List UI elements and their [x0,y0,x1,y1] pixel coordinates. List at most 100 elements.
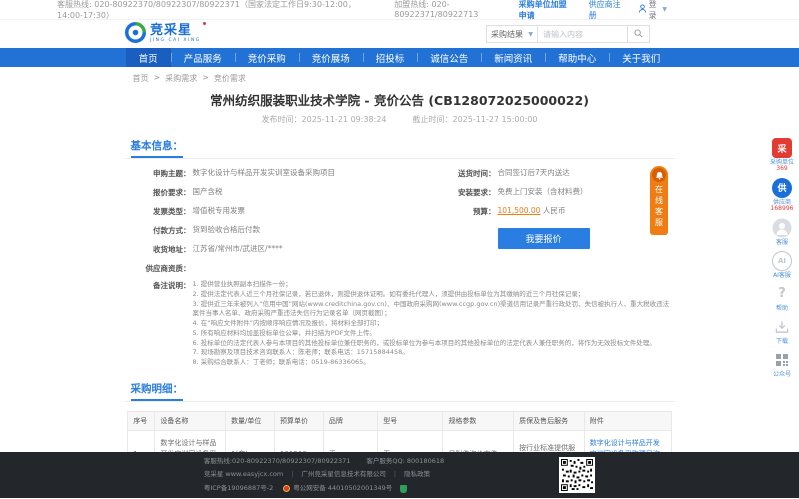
site-logo[interactable]: 竞采星 JING CAI XING [125,22,201,47]
sidebar-item-suppliers[interactable]: 供 供应商 168996 [766,178,798,213]
remark-item: 3. 提供近三年未被列入“信用中国”网站(www.creditchina.gov… [193,300,675,320]
question-mark-icon: ? [772,284,792,304]
sidebar-item-buyers[interactable]: 采 采购单位 369 [766,138,798,173]
sidebar-item-customer-service[interactable]: 客服 [766,218,798,246]
basic-info-right-column: 送货时间： 合同签订后7天内送达 安装要求： 免费上门安装（含材料费） 预算： … [436,168,661,263]
service-hotline: 客服热线: 020-80922370/80922307/80922371（国家法… [57,0,374,21]
col-quantity: 数量/单位 [226,411,275,431]
buyer-join-link[interactable]: 采购单位加盟申请 [519,0,575,21]
col-budget-unit-price: 预算单价 [274,411,323,431]
footer-site: 竞采星 www.easyjcx.com [204,468,283,482]
footer-beian-line: 粤ICP备19096887号-2 粤公网安备 44010502001349号 [204,482,444,496]
col-spec: 规格参数 [443,411,514,431]
police-badge-icon [283,485,290,492]
shield-badge-icon [400,485,407,493]
section-title: 采购明细： [131,381,184,401]
download-icon [772,317,792,337]
sidebar-item-download[interactable]: 下载 [766,317,798,345]
nav-item-about[interactable]: 关于我们 [609,48,673,67]
topbar: 客服热线: 020-80922370/80922307/80922371（国家法… [0,0,799,20]
breadcrumb: 首页 > 采购需求 > 竞价需求 [125,67,675,86]
footer-privacy-link[interactable]: 隐私政策 [404,468,430,482]
logo-title: 竞采星 [150,24,201,37]
basic-info-grid: 申购主题： 数字化设计与样品开发实训室设备采购项目 报价要求： 国产含税 发票类… [125,168,675,263]
info-row-budget: 预算： 101,500.00 人民币 [436,206,661,217]
col-attachment: 附件 [584,411,671,431]
bell-icon [652,168,666,182]
chevron-down-icon: ▼ [528,31,533,38]
nav-item-home[interactable]: 首页 [126,48,171,67]
search-button[interactable] [628,25,650,43]
breadcrumb-separator: > [202,73,209,84]
nav-item-products[interactable]: 产品服务 [171,48,235,67]
breadcrumb-purchase-demand[interactable]: 采购需求 [165,73,197,84]
nav-item-tenders[interactable]: 招投标 [363,48,418,67]
nav-item-help[interactable]: 帮助中心 [545,48,609,67]
supplier-register-link[interactable]: 供应商注册 [589,0,624,21]
qr-code-icon [772,350,792,370]
footer-qr-code [559,457,595,493]
sidebar-item-ai-service[interactable]: AI AI客服 [766,251,798,279]
col-model: 型号 [378,411,443,431]
table-header-row: 序号 设备名称 数量/单位 预算单价 品牌 型号 规格参数 质保及售后服务 附件 [128,411,672,431]
topbar-actions: 采购单位加盟申请 供应商注册 登录 ▼ [519,0,667,21]
supplier-qualification-row: 供应商资质： [125,263,675,274]
logo-text: 竞采星 JING CAI XING [150,24,201,44]
info-row-delivery-time: 送货时间： 合同签订后7天内送达 [436,168,661,179]
footer-company-line: 竞采星 www.easyjcx.com | 广州竞采星信息技术有限公司 | 隐私… [204,468,444,482]
supplier-icon: 供 [772,178,792,198]
nav-item-bidding-hall[interactable]: 竞价展场 [299,48,363,67]
footer-text-block: 客服热线:020-80922370/80922307/80922371 客户服务… [204,455,444,496]
buyer-icon: 采 [772,138,792,158]
topbar-hotlines: 客服热线: 020-80922370/80922307/80922371（国家法… [57,0,519,21]
col-index: 序号 [128,411,155,431]
footer: 客服热线:020-80922370/80922307/80922371 客户服务… [0,452,799,498]
footer-icp: 粤ICP备19096887号-2 [204,482,273,496]
search-icon [634,29,643,40]
info-row-payment: 付款方式： 货到验收合格后付款 [131,225,436,236]
breadcrumb-home[interactable]: 首页 [133,73,149,84]
section-title: 基本信息： [131,138,184,158]
nav-item-bidding-purchase[interactable]: 竞价采购 [235,48,299,67]
section-purchase-detail: 采购明细： [125,377,675,402]
page-title: 常州纺织服装职业技术学院 - 竞价公告 (CB128072025000022) [125,90,675,109]
deadline-time: 截止时间：2025-11-27 15:00:00 [413,114,538,125]
breadcrumb-bidding-demand[interactable]: 竞价需求 [214,73,246,84]
nav-item-news[interactable]: 新闻资讯 [481,48,545,67]
sidebar-item-wechat-official[interactable]: 公众号 [766,350,798,378]
logo-swirl-icon [125,22,146,47]
join-hotline: 加盟热线: 020-80922371/80922713 [394,0,518,21]
footer-hotline-line: 客服热线:020-80922370/80922307/80922371 客户服务… [204,455,444,469]
info-row-delivery-address: 收货地址： 江苏省/常州市/武进区/**** [131,244,436,255]
bid-button[interactable]: 我要报价 [498,228,590,249]
logo-subtitle: JING CAI XING [150,39,201,44]
remark-item: 2. 提供法定代表人近三个月社保记录，若已退休，则提供退休证明。如有委托代理人，… [193,290,675,300]
budget-unit: 人民币 [543,206,566,215]
online-service-label: 在线客服 [654,185,665,229]
buyer-count: 369 [766,166,798,173]
budget-value: 101,500.00 [498,206,541,215]
main-nav: 首页 产品服务 竞价采购 竞价展场 招投标 诚信公告 新闻资讯 帮助中心 关于我… [0,48,799,67]
login-link[interactable]: 登录 ▼ [638,0,667,21]
sidebar-item-help[interactable]: ? 帮助 [766,284,798,312]
online-service-tab[interactable]: 在线客服 [650,166,668,235]
notice-meta: 发布时间：2025-11-21 09:38:24 截止时间：2025-11-27… [125,114,675,125]
chevron-down-icon: ▼ [662,6,667,13]
nav-item-integrity-notice[interactable]: 诚信公告 [417,48,481,67]
info-row-quote-requirement: 报价要求： 国产含税 [131,187,436,198]
col-warranty: 质保及售后服务 [514,411,585,431]
info-row-install-requirement: 安装要求： 免费上门安装（含材料费） [436,187,661,198]
col-device-name: 设备名称 [155,411,226,431]
footer-hotline: 客服热线:020-80922370/80922307/80922371 [204,455,351,469]
remarks-list: 1. 提供营业执照副本扫描件一份； 2. 提供法定代表人近三个月社保记录，若已退… [191,280,675,368]
remarks-block: 备注说明： 1. 提供营业执照副本扫描件一份； 2. 提供法定代表人近三个月社保… [125,280,675,368]
search-input[interactable] [538,25,628,43]
ai-service-icon: AI [772,251,792,271]
remark-item: 7. 现场勘察及项目技术咨询联系人：陈老师；联系电话：15715884458。 [193,348,675,358]
remark-item: 5. 所有响应材料均加盖投标单位公章，并扫描为PDF文件上传。 [193,329,675,339]
search-category-select[interactable]: 采购结果 ▼ [486,25,538,43]
section-basic-info: 基本信息： [125,134,675,159]
footer-company: 广州竞采星信息技术有限公司 [301,468,386,482]
remark-item: 6. 投标单位的法定代表人参与本项目的其他投标单位兼任职务的，或投标单位为参与本… [193,339,675,349]
supplier-count: 168996 [766,206,798,213]
